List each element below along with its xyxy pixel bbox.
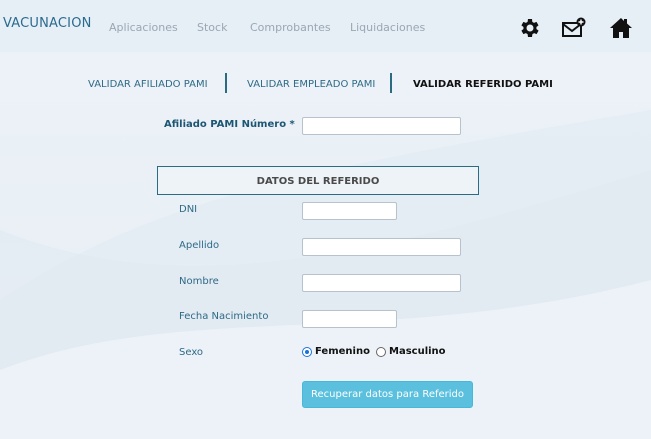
tab-validar-referido-pami[interactable]: VALIDAR REFERIDO PAMI [413,79,553,90]
home-icon[interactable] [609,16,633,40]
femenino-label: Femenino [315,346,370,357]
menu-item-aplicaciones[interactable]: Aplicaciones [109,21,178,34]
sexo-label: Sexo [179,347,204,358]
nombre-label: Nombre [179,276,219,287]
sexo-femenino-option[interactable]: Femenino [302,346,370,357]
tab-separator [225,73,227,93]
apellido-label: Apellido [179,240,220,251]
masculino-label: Masculino [389,346,446,357]
fecha-nacimiento-input[interactable] [302,310,397,328]
fecha-nacimiento-label: Fecha Nacimiento [179,311,269,322]
femenino-radio[interactable] [302,346,312,357]
top-navigation-bar: VACUNACION Aplicaciones Stock Comprobant… [0,0,651,52]
tab-validar-afiliado-pami[interactable]: VALIDAR AFILIADO PAMI [88,79,208,90]
afiliado-pami-label: Afiliado PAMI Número * [164,119,295,130]
datos-referido-section-header: DATOS DEL REFERIDO [157,166,479,195]
menu-item-liquidaciones[interactable]: Liquidaciones [350,21,425,34]
sexo-masculino-option[interactable]: Masculino [376,346,446,357]
tab-separator [390,73,392,93]
mail-add-icon[interactable] [562,16,586,40]
afiliado-pami-input[interactable] [302,117,461,135]
recuperar-datos-button[interactable]: Recuperar datos para Referido [302,381,473,408]
app-brand[interactable]: VACUNACION [3,16,92,31]
apellido-input[interactable] [302,238,461,256]
menu-item-stock[interactable]: Stock [197,21,227,34]
dni-input[interactable] [302,202,397,220]
gear-icon[interactable] [518,16,542,40]
tab-validar-empleado-pami[interactable]: VALIDAR EMPLEADO PAMI [247,79,375,90]
menu-item-comprobantes[interactable]: Comprobantes [250,21,331,34]
nombre-input[interactable] [302,274,461,292]
masculino-radio[interactable] [376,346,386,357]
section-title: DATOS DEL REFERIDO [256,176,380,187]
dni-label: DNI [179,204,198,215]
